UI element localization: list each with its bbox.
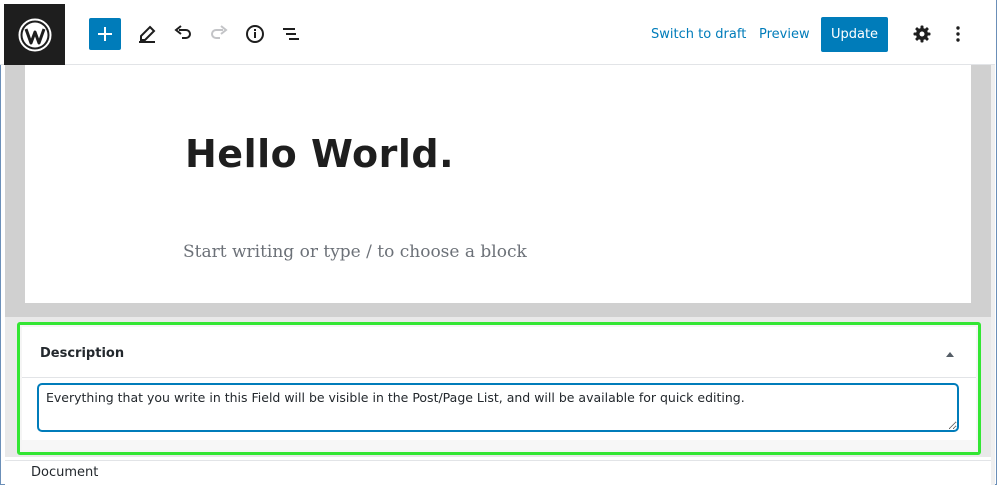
undo-icon bbox=[174, 25, 191, 39]
post-title[interactable]: Hello World. bbox=[185, 132, 454, 176]
settings-button[interactable] bbox=[906, 18, 938, 50]
editor-canvas bbox=[25, 65, 971, 303]
update-button[interactable]: Update bbox=[821, 17, 888, 52]
block-navigation-button[interactable] bbox=[275, 18, 307, 50]
more-options-button[interactable] bbox=[942, 18, 974, 50]
wordpress-logo-icon[interactable] bbox=[4, 4, 65, 65]
meta-box-title[interactable]: Description bbox=[40, 346, 124, 361]
redo-icon bbox=[211, 25, 228, 39]
meta-box-footer bbox=[22, 440, 976, 450]
plus-icon bbox=[98, 27, 112, 41]
tools-button[interactable] bbox=[131, 18, 163, 50]
list-view-icon bbox=[283, 28, 299, 40]
redo-button[interactable] bbox=[203, 18, 235, 50]
document-label[interactable]: Document bbox=[31, 465, 98, 480]
editor-toolbar: Switch to draft Preview Update bbox=[0, 0, 995, 65]
gear-icon bbox=[913, 25, 931, 43]
vertical-ellipsis-icon bbox=[956, 26, 960, 42]
meta-box-toggle-button[interactable] bbox=[944, 347, 956, 359]
undo-button[interactable] bbox=[167, 18, 199, 50]
preview-button[interactable]: Preview bbox=[759, 27, 810, 42]
block-appender-placeholder[interactable]: Start writing or type / to choose a bloc… bbox=[183, 242, 527, 262]
switch-to-draft-button[interactable]: Switch to draft bbox=[651, 27, 746, 42]
pencil-icon bbox=[139, 25, 156, 43]
meta-box-divider bbox=[22, 377, 976, 378]
document-bar bbox=[5, 460, 991, 485]
details-button[interactable] bbox=[239, 18, 271, 50]
description-textarea[interactable] bbox=[38, 384, 958, 431]
info-icon bbox=[246, 25, 264, 43]
add-block-button[interactable] bbox=[89, 18, 121, 50]
scrollbar[interactable] bbox=[991, 65, 995, 485]
triangle-up-icon bbox=[946, 352, 954, 357]
